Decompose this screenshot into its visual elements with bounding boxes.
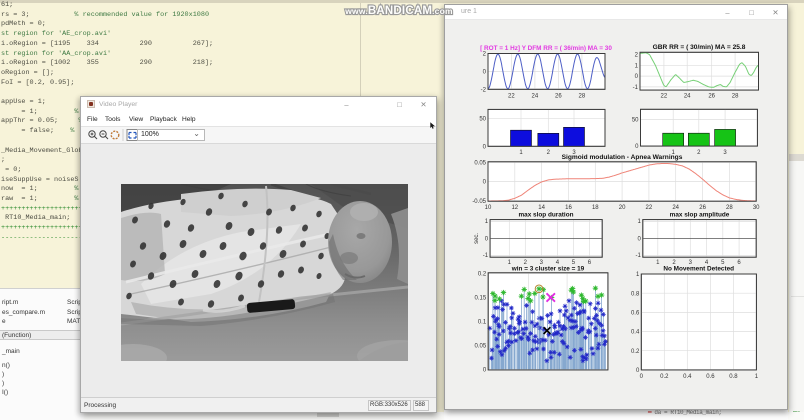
svg-text:0: 0 (485, 237, 489, 243)
svg-text:28: 28 (579, 94, 586, 100)
svg-text:No Movement Detected: No Movement Detected (663, 265, 734, 272)
svg-text:26: 26 (555, 94, 562, 100)
svg-text:0.1: 0.1 (478, 320, 487, 326)
svg-text:0.8: 0.8 (631, 291, 640, 297)
svg-text:win = 3 cluster size = 19: win = 3 cluster size = 19 (511, 265, 585, 272)
svg-text:1: 1 (636, 272, 640, 278)
svg-text:0: 0 (483, 69, 487, 75)
svg-text:1: 1 (755, 374, 759, 380)
svg-text:1: 1 (635, 63, 639, 69)
svg-text:0: 0 (640, 374, 644, 380)
svg-text:0.8: 0.8 (729, 374, 738, 380)
svg-text:0.2: 0.2 (478, 272, 487, 278)
svg-text:0: 0 (483, 144, 487, 150)
svg-text:0: 0 (637, 237, 641, 243)
svg-text:-1: -1 (635, 253, 641, 259)
svg-text:max slop duration: max slop duration (518, 212, 573, 219)
svg-text:26: 26 (708, 94, 715, 100)
svg-text:14: 14 (538, 205, 545, 211)
svg-text:12: 12 (511, 205, 518, 211)
svg-text:-2: -2 (481, 87, 487, 93)
svg-text:20: 20 (619, 205, 626, 211)
svg-text:22: 22 (661, 94, 668, 100)
svg-text:22: 22 (508, 94, 515, 100)
svg-text:0: 0 (483, 180, 487, 186)
svg-text:0.6: 0.6 (706, 374, 715, 380)
svg-text:28: 28 (726, 205, 733, 211)
svg-text:28: 28 (732, 94, 739, 100)
svg-text:1: 1 (656, 260, 660, 266)
svg-text:30: 30 (753, 205, 760, 211)
svg-text:1: 1 (485, 219, 489, 225)
svg-text:-1: -1 (483, 253, 489, 259)
svg-text:0: 0 (483, 368, 487, 374)
svg-text:2: 2 (547, 150, 551, 156)
svg-text:[ ROT = 1 Hz] Y DFM RR = ( 36: [ ROT = 1 Hz] Y DFM RR = ( 36/min) MA = … (480, 45, 612, 52)
svg-text:2: 2 (483, 52, 487, 58)
svg-text:-1: -1 (633, 85, 639, 91)
svg-text:max slop amplitude: max slop amplitude (670, 212, 730, 219)
svg-text:10: 10 (485, 205, 492, 211)
svg-text:sec.: sec. (474, 233, 480, 244)
svg-text:3: 3 (723, 150, 727, 156)
svg-text:0.05: 0.05 (475, 344, 487, 350)
svg-text:50: 50 (479, 116, 486, 122)
svg-text:24: 24 (672, 205, 679, 211)
svg-text:2: 2 (697, 150, 701, 156)
svg-text:0.4: 0.4 (631, 330, 640, 336)
svg-text:GBR RR = ( 30/min) MA = 25.8: GBR RR = ( 30/min) MA = 25.8 (653, 44, 746, 51)
svg-text:0.2: 0.2 (660, 374, 669, 380)
svg-text:6: 6 (588, 260, 592, 266)
svg-text:50: 50 (632, 117, 639, 123)
svg-text:22: 22 (646, 205, 653, 211)
svg-text:6: 6 (737, 260, 741, 266)
svg-text:1: 1 (637, 219, 641, 225)
svg-text:0.6: 0.6 (631, 311, 640, 317)
svg-text:0.4: 0.4 (683, 374, 692, 380)
svg-text:24: 24 (532, 94, 539, 100)
svg-text:0: 0 (635, 74, 639, 80)
svg-text:0: 0 (635, 144, 639, 150)
svg-text:18: 18 (592, 205, 599, 211)
svg-text:24: 24 (684, 94, 691, 100)
svg-text:Sigmoid modulation - Apnea War: Sigmoid modulation - Apnea Warnings (562, 154, 683, 161)
svg-text:26: 26 (699, 205, 706, 211)
svg-text:0.05: 0.05 (474, 160, 486, 166)
svg-text:2: 2 (635, 53, 639, 59)
svg-text:16: 16 (565, 205, 572, 211)
svg-text:0.15: 0.15 (475, 296, 487, 302)
svg-text:1: 1 (519, 150, 523, 156)
svg-text:0.2: 0.2 (631, 349, 640, 355)
